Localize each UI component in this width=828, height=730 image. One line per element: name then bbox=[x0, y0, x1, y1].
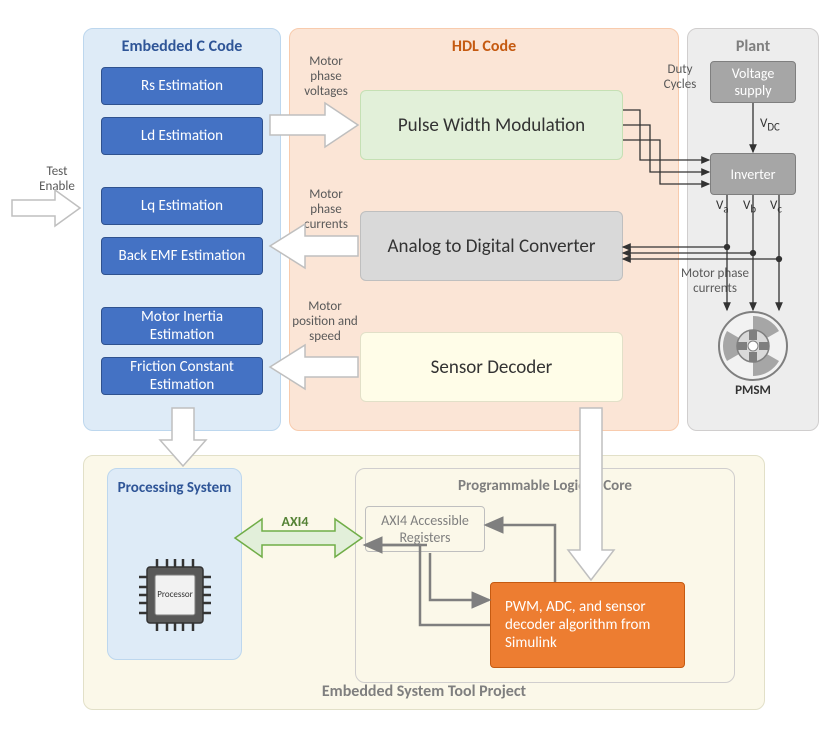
motor-phase-currents-plant-label: Motor phase currents bbox=[670, 267, 760, 297]
motor-position-speed-label: Motor position and speed bbox=[290, 300, 360, 345]
tool-project-title: Embedded System Tool Project bbox=[84, 682, 764, 701]
inverter-block: Inverter bbox=[710, 153, 796, 195]
pmsm-label: PMSM bbox=[717, 384, 789, 399]
vb-label: Vb bbox=[743, 199, 756, 216]
proc-sys-title: Processing System bbox=[108, 479, 241, 497]
decoder-block: Sensor Decoder bbox=[360, 332, 623, 402]
lq-estimation-block: Lq Estimation bbox=[101, 187, 263, 225]
hdl-title: HDL Code bbox=[290, 37, 678, 56]
bemf-estimation-block: Back EMF Estimation bbox=[101, 237, 263, 275]
processor-label: Processor bbox=[135, 589, 215, 600]
pmsm-motor-icon bbox=[717, 310, 789, 382]
embedded-c-title: Embedded C Code bbox=[84, 37, 280, 56]
simulink-block: PWM, ADC, and sensor decoder algorithm f… bbox=[490, 582, 685, 668]
processor-chip-icon: Processor bbox=[135, 555, 215, 635]
test-enable-label: Test Enable bbox=[32, 165, 82, 195]
pwm-block: Pulse Width Modulation bbox=[360, 90, 623, 160]
motor-phase-voltages-label: Motor phase voltages bbox=[296, 55, 356, 100]
motor-phase-currents-label: Motor phase currents bbox=[296, 188, 356, 233]
rs-estimation-block: Rs Estimation bbox=[101, 67, 263, 105]
friction-estimation-block: Friction Constant Estimation bbox=[101, 357, 263, 395]
ip-core-title: Programmable Logic IP Core bbox=[356, 477, 734, 495]
axi4-label: AXI4 bbox=[275, 514, 315, 530]
adc-block: Analog to Digital Converter bbox=[360, 211, 623, 281]
axi4-registers-block: AXI4 Accessible Registers bbox=[365, 506, 485, 552]
vdc-label: VDC bbox=[760, 117, 780, 134]
duty-cycles-label: Duty Cycles bbox=[658, 63, 702, 93]
test-enable-arrow bbox=[12, 190, 80, 226]
va-label: Va bbox=[716, 199, 729, 216]
plant-title: Plant bbox=[688, 37, 818, 56]
vc-label: Vc bbox=[770, 199, 782, 216]
inertia-estimation-block: Motor Inertia Estimation bbox=[101, 307, 263, 345]
ld-estimation-block: Ld Estimation bbox=[101, 117, 263, 155]
voltage-supply-block: Voltage supply bbox=[710, 61, 796, 103]
